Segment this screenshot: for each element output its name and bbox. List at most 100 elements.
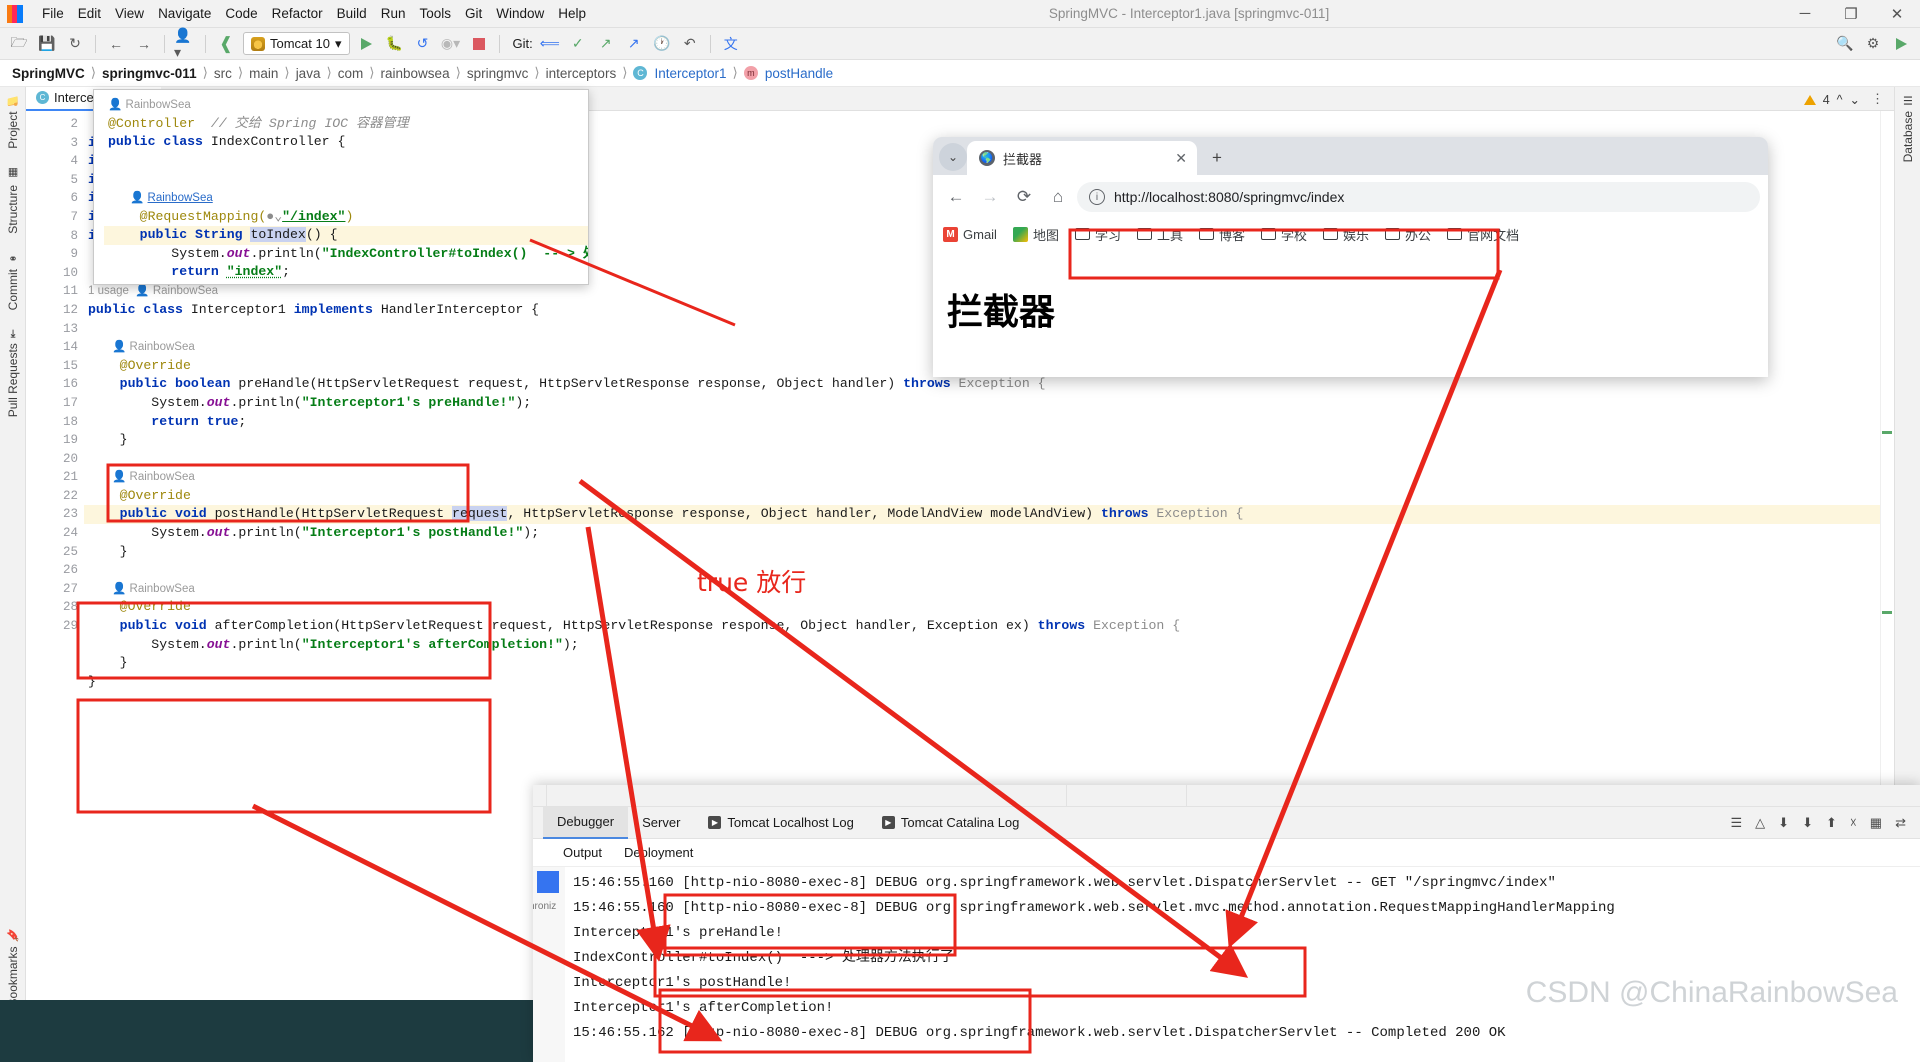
upload-icon[interactable]: ⬆ <box>1826 815 1837 831</box>
menu-item-build[interactable]: Build <box>337 6 367 21</box>
code-preview-popup[interactable]: 👤 RainbowSea @Controller // 交给 Spring IO… <box>93 89 589 285</box>
home-icon[interactable]: ⌂ <box>1043 182 1073 212</box>
back-icon[interactable]: ← <box>105 33 127 55</box>
forward-icon[interactable]: → <box>133 33 155 55</box>
bookmark-school[interactable]: 学校 <box>1261 225 1307 244</box>
sidebar-item-project[interactable]: Project 📁 <box>6 93 20 149</box>
address-bar[interactable]: i http://localhost:8080/springmvc/index <box>1077 182 1760 212</box>
git-update-icon[interactable]: ⟸ <box>539 33 561 55</box>
chevron-down-icon[interactable]: ⌄ <box>1850 92 1860 107</box>
breadcrumb-com[interactable]: com <box>338 66 364 81</box>
menu-item-run[interactable]: Run <box>381 6 406 21</box>
profile-icon[interactable]: 👤▾ <box>174 27 196 60</box>
menu-item-navigate[interactable]: Navigate <box>158 6 211 21</box>
menu-item-code[interactable]: Code <box>225 6 257 21</box>
breadcrumb-rainbowsea[interactable]: rainbowsea <box>381 66 450 81</box>
search-icon[interactable]: 🔍 <box>1834 33 1856 55</box>
tab-search-chevron-icon[interactable]: ⌄ <box>939 143 967 171</box>
menu-item-help[interactable]: Help <box>558 6 586 21</box>
back-icon[interactable]: ← <box>941 182 971 212</box>
coverage-icon[interactable]: ◉▾ <box>440 33 462 55</box>
window-controls[interactable]: ─ ❐ ✕ <box>1782 0 1920 28</box>
sidebar-item-structure[interactable]: Structure ▦ <box>6 167 20 234</box>
run-configuration-selector[interactable]: Tomcat 10 ▾ <box>243 32 350 55</box>
breadcrumb-springmvc[interactable]: SpringMVC <box>12 66 85 81</box>
git-branch-icon[interactable]: ↗ <box>623 33 645 55</box>
close-tab-icon[interactable]: ✕ <box>1175 150 1187 167</box>
breadcrumb-method[interactable]: postHandle <box>765 66 833 81</box>
main-menu[interactable]: File Edit View Navigate Code Refactor Bu… <box>32 6 596 21</box>
build-icon[interactable]: ❰ <box>215 33 237 55</box>
chevron-down-icon[interactable]: ▾ <box>335 36 342 52</box>
site-info-icon[interactable]: i <box>1089 189 1105 205</box>
breadcrumb-java[interactable]: java <box>296 66 321 81</box>
bookmark-maps[interactable]: 地图 <box>1012 225 1059 244</box>
tab-tomcat-localhost-log[interactable]: ▶ Tomcat Localhost Log <box>694 807 867 839</box>
subtab-deployment[interactable]: Deployment <box>624 845 693 860</box>
rerun-icon[interactable]: ↺ <box>412 33 434 55</box>
breadcrumb-interceptors[interactable]: interceptors <box>546 66 617 81</box>
menu-item-tools[interactable]: Tools <box>419 6 451 21</box>
author-hint[interactable]: 👤 RainbowSea <box>104 189 588 208</box>
clear-icon[interactable]: ☓ <box>1850 815 1857 831</box>
run-anything-icon[interactable] <box>1890 33 1912 55</box>
browser-window[interactable]: ⌄ 🌎 拦截器 ✕ + ← → ⟳ ⌂ i http://localhost:8… <box>933 137 1768 377</box>
bookmark-entertainment[interactable]: 娱乐 <box>1323 225 1369 244</box>
download-icon[interactable]: ⬇ <box>1778 815 1789 831</box>
sidebar-item-pull-requests[interactable]: Pull Requests ⇤ <box>6 329 20 417</box>
tab-server[interactable]: Server <box>628 807 694 839</box>
subtab-output[interactable]: Output <box>563 845 602 860</box>
git-rollback-icon[interactable]: ↶ <box>679 33 701 55</box>
wrap-icon[interactable]: ⇄ <box>1895 815 1906 831</box>
git-history-icon[interactable]: 🕐 <box>651 33 673 55</box>
more-options-icon[interactable]: ⋮ <box>1871 91 1884 107</box>
browser-tab[interactable]: 🌎 拦截器 ✕ <box>967 141 1197 175</box>
git-push-icon[interactable]: ↗ <box>595 33 617 55</box>
editor-tab-actions[interactable]: ⋮ <box>1871 91 1894 107</box>
breadcrumb-class[interactable]: Interceptor1 <box>654 66 726 81</box>
run-icon[interactable] <box>356 33 378 55</box>
editor-gutter[interactable]: 2 3 4 5 6 7 8 9 10 11 12 13 14 15 16 17 <box>26 111 84 1016</box>
table-icon[interactable]: ▦ <box>1870 815 1882 831</box>
menu-item-edit[interactable]: Edit <box>78 6 101 21</box>
bookmark-blog[interactable]: 博客 <box>1199 225 1245 244</box>
breadcrumb-module[interactable]: springmvc-011 <box>102 66 197 81</box>
settings-icon[interactable]: ⚙ <box>1862 33 1884 55</box>
new-tab-button[interactable]: + <box>1203 144 1231 172</box>
bookmark-office[interactable]: 办公 <box>1385 225 1431 244</box>
run-console-window[interactable]: Debugger Server ▶ Tomcat Localhost Log ▶ T… <box>533 785 1920 1062</box>
bookmark-tools[interactable]: 工具 <box>1136 225 1183 244</box>
sync-icon[interactable]: ↻ <box>64 33 86 55</box>
breadcrumb-springmvc-pkg[interactable]: springmvc <box>467 66 529 81</box>
reload-icon[interactable]: ⟳ <box>1009 182 1039 212</box>
menu-item-file[interactable]: File <box>42 6 64 21</box>
breadcrumb-src[interactable]: src <box>214 66 232 81</box>
save-icon[interactable]: 💾 <box>36 33 58 55</box>
breadcrumb[interactable]: SpringMVC ⟩ springmvc-011 ⟩ src ⟩ main ⟩ jav… <box>0 60 1920 87</box>
tab-tomcat-catalina-log[interactable]: ▶ Tomcat Catalina Log <box>868 807 1034 839</box>
close-button[interactable]: ✕ <box>1874 0 1920 28</box>
menu-item-git[interactable]: Git <box>465 6 482 21</box>
open-icon[interactable]: 🗁 <box>8 33 30 55</box>
translate-icon[interactable]: 文 <box>720 33 742 55</box>
sidebar-item-database[interactable]: Database ☰ <box>1901 93 1915 162</box>
menu-item-view[interactable]: View <box>115 6 144 21</box>
debug-icon[interactable]: 🐛 <box>384 33 406 55</box>
bookmark-official-docs[interactable]: 官网文档 <box>1447 225 1519 244</box>
author-hint[interactable]: 👤 RainbowSea <box>84 580 1894 599</box>
inspection-widget[interactable]: 4 ^ ⌄ <box>1803 92 1860 107</box>
tab-debugger[interactable]: Debugger <box>543 806 629 839</box>
breadcrumb-main[interactable]: main <box>249 66 278 81</box>
maximize-button[interactable]: ❐ <box>1828 0 1874 28</box>
git-commit-icon[interactable]: ✓ <box>567 33 589 55</box>
console-log-text[interactable]: 15:46:55.160 [http-nio-8080-exec-8] DEBU… <box>565 867 1920 1062</box>
menu-item-window[interactable]: Window <box>496 6 544 21</box>
minimize-button[interactable]: ─ <box>1782 0 1828 28</box>
bookmark-study[interactable]: 学习 <box>1074 225 1121 244</box>
forward-icon[interactable]: → <box>975 182 1005 212</box>
menu-item-refactor[interactable]: Refactor <box>272 6 323 21</box>
chevron-up-icon[interactable]: ^ <box>1837 93 1843 107</box>
sidebar-item-bookmarks[interactable]: Bookmarks 🔖 <box>6 928 20 1006</box>
author-hint[interactable]: 👤 RainbowSea <box>84 468 1894 487</box>
up-arrow-icon[interactable]: △ <box>1755 815 1765 831</box>
